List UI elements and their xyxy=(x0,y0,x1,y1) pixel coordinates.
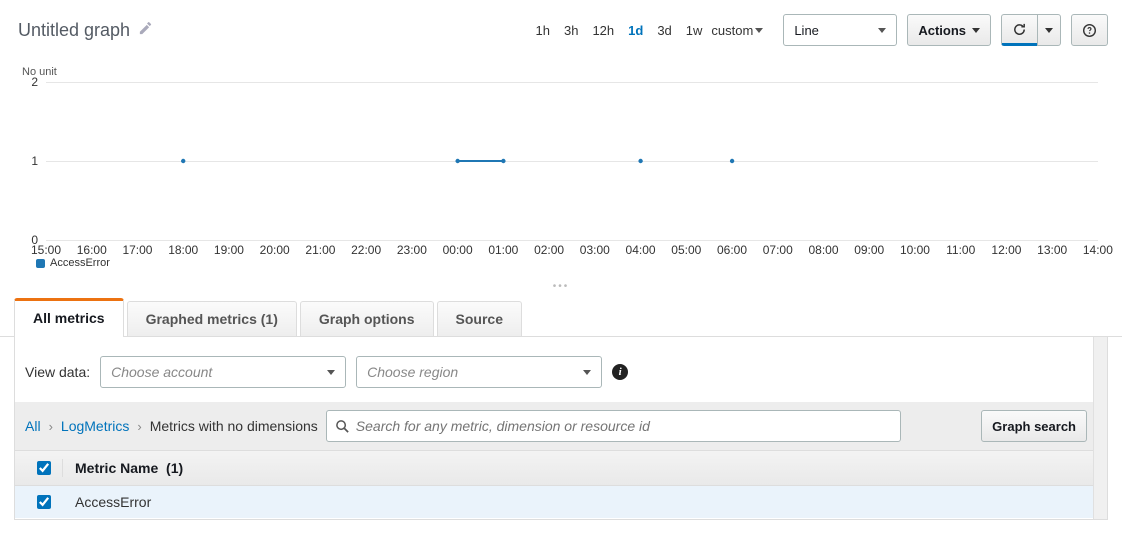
title-wrap: Untitled graph xyxy=(18,20,521,41)
row-check-cell xyxy=(25,495,63,509)
panel-splitter[interactable]: ••• xyxy=(0,275,1122,298)
breadcrumb-logmetrics[interactable]: LogMetrics xyxy=(61,418,129,434)
chevron-down-icon xyxy=(583,370,591,375)
help-button[interactable] xyxy=(1071,14,1108,46)
column-metric-name-label: Metric Name xyxy=(75,460,158,476)
metric-search-box[interactable] xyxy=(326,410,901,442)
time-range-1w[interactable]: 1w xyxy=(681,19,708,42)
refresh-group xyxy=(1001,14,1061,46)
metrics-panel: View data: Choose account Choose region … xyxy=(14,337,1108,520)
chart-type-select[interactable]: Line xyxy=(783,14,897,46)
search-icon xyxy=(335,419,350,434)
chevron-down-icon xyxy=(755,28,763,33)
tab-graphed-metrics[interactable]: Graphed metrics (1) xyxy=(127,301,297,336)
chevron-down-icon xyxy=(878,28,886,33)
time-range-custom-label: custom xyxy=(711,23,753,38)
legend-swatch xyxy=(36,259,45,268)
breadcrumb-sep: › xyxy=(49,419,53,434)
y-axis-unit: No unit xyxy=(22,66,1104,78)
time-range-selector: 1h 3h 12h 1d 3d 1w custom xyxy=(531,19,764,42)
y-tick: 1 xyxy=(24,154,38,168)
actions-button[interactable]: Actions xyxy=(907,14,991,46)
column-metric-name[interactable]: Metric Name (1) xyxy=(63,460,183,476)
breadcrumb-sep: › xyxy=(137,419,141,434)
metrics-table-header: Metric Name (1) xyxy=(15,450,1093,486)
legend-label: AccessError xyxy=(50,257,110,269)
chart-legend: AccessError xyxy=(36,257,1104,269)
view-data-label: View data: xyxy=(25,364,90,380)
info-icon[interactable]: i xyxy=(612,364,628,380)
time-range-12h[interactable]: 12h xyxy=(587,19,619,42)
chevron-down-icon xyxy=(327,370,335,375)
table-row[interactable]: AccessError xyxy=(15,486,1093,518)
row-checkbox[interactable] xyxy=(37,495,51,509)
time-range-1d[interactable]: 1d xyxy=(623,19,648,42)
refresh-options-button[interactable] xyxy=(1037,14,1061,46)
chevron-down-icon xyxy=(972,28,980,33)
breadcrumb-all[interactable]: All xyxy=(25,418,41,434)
time-range-1h[interactable]: 1h xyxy=(531,19,555,42)
help-icon xyxy=(1082,23,1097,38)
chart-area: No unit 012 15:0016:0017:0018:0019:0020:… xyxy=(0,66,1122,275)
region-select[interactable]: Choose region xyxy=(356,356,602,388)
chart-plot[interactable]: 012 xyxy=(46,82,1098,240)
view-data-row: View data: Choose account Choose region … xyxy=(25,352,1093,402)
account-placeholder: Choose account xyxy=(111,364,212,380)
account-select[interactable]: Choose account xyxy=(100,356,346,388)
graph-search-label: Graph search xyxy=(992,419,1076,434)
scrollbar[interactable] xyxy=(1093,337,1107,519)
graph-title: Untitled graph xyxy=(18,20,130,41)
column-metric-name-count: (1) xyxy=(166,460,183,476)
tabs-row: All metrics Graphed metrics (1) Graph op… xyxy=(0,298,1122,337)
breadcrumb-leaf: Metrics with no dimensions xyxy=(150,418,318,434)
chevron-down-icon xyxy=(1045,28,1053,33)
metric-search-input[interactable] xyxy=(356,418,892,434)
y-tick: 2 xyxy=(24,75,38,89)
tab-source[interactable]: Source xyxy=(437,301,522,336)
select-all-checkbox[interactable] xyxy=(37,461,51,475)
chart-type-value: Line xyxy=(794,23,819,38)
time-range-3h[interactable]: 3h xyxy=(559,19,583,42)
select-all-cell xyxy=(25,459,63,477)
time-range-3d[interactable]: 3d xyxy=(652,19,676,42)
graph-header: Untitled graph 1h 3h 12h 1d 3d 1w custom… xyxy=(0,0,1122,56)
graph-search-button[interactable]: Graph search xyxy=(981,410,1087,442)
time-range-custom[interactable]: custom xyxy=(711,23,763,38)
region-placeholder: Choose region xyxy=(367,364,458,380)
tab-all-metrics[interactable]: All metrics xyxy=(14,298,124,336)
refresh-icon xyxy=(1012,22,1027,37)
pencil-icon[interactable] xyxy=(138,21,153,39)
actions-label: Actions xyxy=(918,23,966,38)
breadcrumb-row: All › LogMetrics › Metrics with no dimen… xyxy=(15,402,1093,450)
row-metric-name: AccessError xyxy=(63,494,151,510)
tab-graph-options[interactable]: Graph options xyxy=(300,301,434,336)
refresh-button[interactable] xyxy=(1001,14,1037,46)
